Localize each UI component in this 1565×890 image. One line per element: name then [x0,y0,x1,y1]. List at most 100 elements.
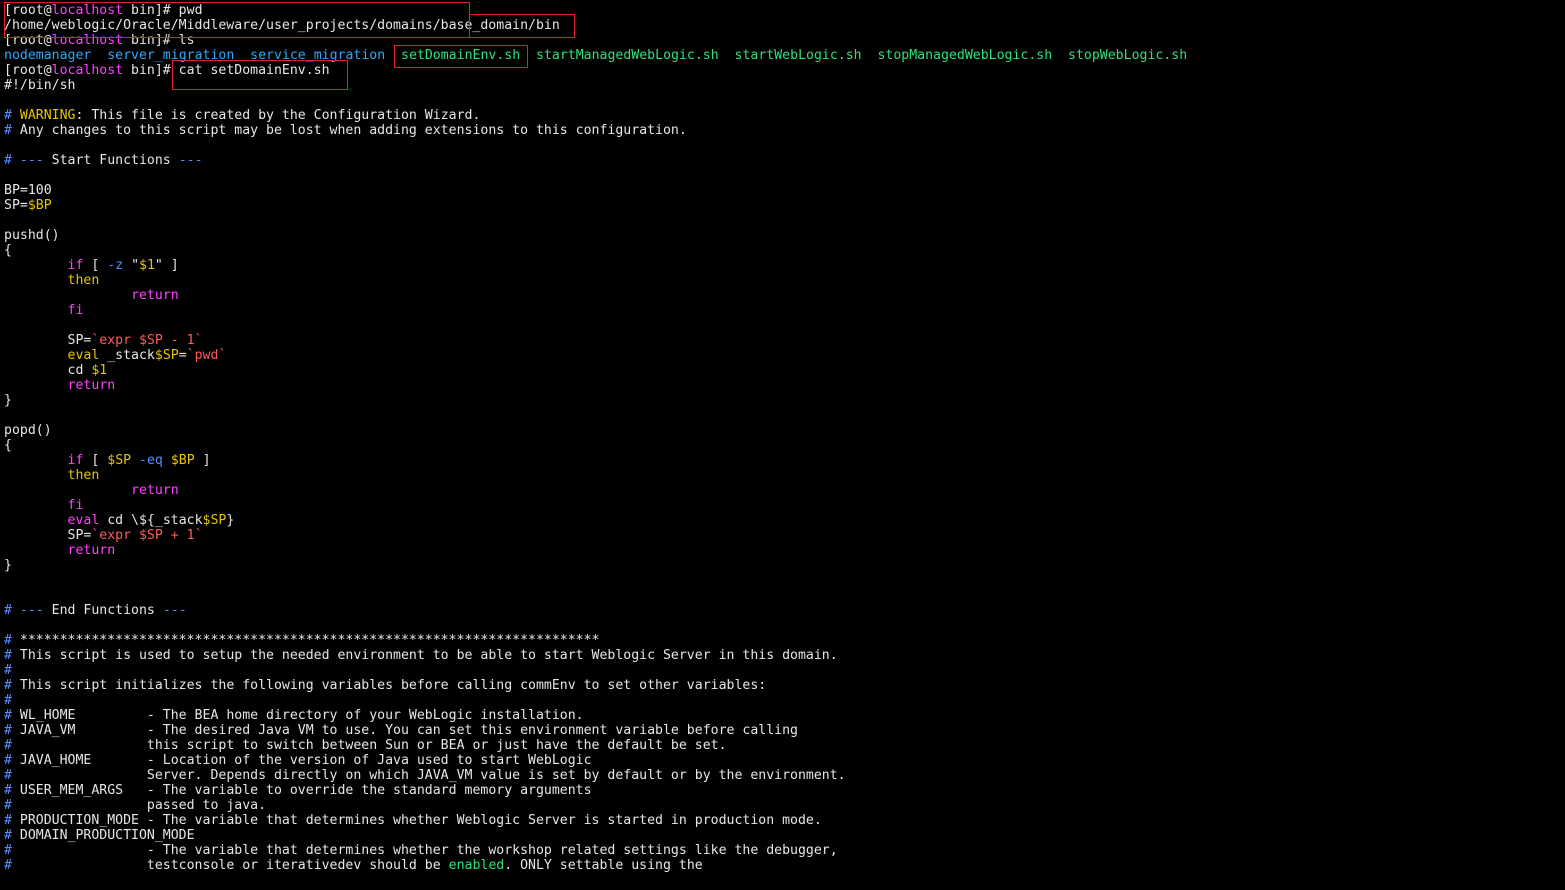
terminal-line: nodemanager server_migration service_mig… [4,48,1562,63]
terminal-text-segment: Server. Depends directly on which JAVA_V… [146,768,846,783]
terminal-line: # JAVA_HOME - Location of the version of… [4,753,1562,768]
terminal-text-segment: # [4,828,20,843]
terminal-text-segment: } [4,558,12,573]
terminal-text-segment: if [67,258,84,273]
terminal-text-segment: $SP [107,453,132,468]
terminal-line: } [4,558,1562,573]
terminal-text-segment: { [4,243,12,258]
terminal-line: # DOMAIN_PRODUCTION_MODE [4,828,1562,843]
terminal-line: # This script is used to setup the neede… [4,648,1562,663]
terminal-text-segment: # [4,768,147,783]
terminal-text-segment: JAVA_VM - The desired Java VM to use. Yo… [19,723,798,738]
terminal-text-segment: then [67,273,100,288]
terminal-line: # USER_MEM_ARGS - The variable to overri… [4,783,1562,798]
terminal-text-segment: JAVA_HOME - Location of the version of J… [19,753,592,768]
terminal-text-segment: " ] [154,258,179,273]
terminal-text-segment: _stack [99,348,155,363]
terminal-output[interactable]: [root@localhost bin]# pwd/home/weblogic/… [4,3,1562,889]
terminal-text-segment: server_migration [107,48,235,63]
terminal-text-segment: # [4,858,147,873]
terminal-text-segment: # [4,783,20,798]
terminal-text-segment: # [4,843,132,858]
terminal-line: # --- Start Functions --- [4,153,1562,168]
terminal-text-segment: bin]# pwd [123,3,203,18]
terminal-text-segment: [root@ [4,63,52,78]
terminal-text-segment: $BP [27,198,52,213]
terminal-text-segment: } [4,393,12,408]
terminal-text-segment: # [4,708,20,723]
terminal-text-segment: [ [83,258,108,273]
terminal-text-segment: --- [19,603,52,618]
terminal-text-segment: return [131,483,179,498]
terminal-text-segment: --- [19,153,52,168]
terminal-text-segment: localhost [51,3,124,18]
terminal-text-segment: " [123,258,140,273]
terminal-line: # Server. Depends directly on which JAVA… [4,768,1562,783]
terminal-text-segment: SP= [4,528,92,543]
terminal-text-segment: nodemanager [4,48,92,63]
terminal-text-segment: $SP [202,513,227,528]
terminal-text-segment: fi [67,498,84,513]
terminal-text-segment: cd [4,363,92,378]
terminal-text-segment: # [4,123,20,138]
terminal-text-segment: #!/bin/sh [4,78,76,93]
terminal-line: { [4,438,1562,453]
terminal-text-segment: localhost [51,63,124,78]
terminal-line: SP=`expr $SP - 1` [4,333,1562,348]
terminal-text-segment: PRODUCTION_MODE - The variable that dete… [19,813,822,828]
terminal-text-segment: [root@ [4,3,52,18]
terminal-text-segment: this script to switch between Sun or BEA… [146,738,727,753]
terminal-text-segment: cd \${_stack [99,513,203,528]
terminal-line: # **************************************… [4,633,1562,648]
terminal-text-segment: passed to java. [146,798,267,813]
terminal-text-segment: # [4,603,20,618]
terminal-line: # This script initializes the following … [4,678,1562,693]
terminal-text-segment: $1 [139,258,155,273]
terminal-text-segment: SP= [4,198,28,213]
terminal-line: pushd() [4,228,1562,243]
terminal-text-segment: # [4,153,20,168]
terminal-line: [root@localhost bin]# pwd [4,3,1562,18]
terminal-line: # testconsole or iterativedev should be … [4,858,1562,873]
terminal-line: BP=100 [4,183,1562,198]
terminal-line: fi [4,498,1562,513]
terminal-text-segment: popd() [4,423,52,438]
terminal-line: fi [4,303,1562,318]
terminal-text-segment: `pwd` [186,348,227,363]
terminal-text-segment: testconsole or iterativedev should be [146,858,449,873]
terminal-text-segment: ****************************************… [19,633,600,648]
terminal-line: # WARNING: This file is created by the C… [4,108,1562,123]
terminal-text-segment: `expr [91,528,139,543]
terminal-text-segment: DOMAIN_PRODUCTION_MODE [19,828,195,843]
terminal-text-segment: # [4,738,147,753]
terminal-text-segment: [root@ [4,33,52,48]
terminal-text-segment: -z [107,258,124,273]
terminal-text-segment: fi [67,303,84,318]
terminal-text-segment: `expr [91,333,139,348]
terminal-line: # WL_HOME - The BEA home directory of yo… [4,708,1562,723]
terminal-line: # JAVA_VM - The desired Java VM to use. … [4,723,1562,738]
terminal-text-segment: + 1` [162,528,203,543]
terminal-line: then [4,273,1562,288]
terminal-line: # this script to switch between Sun or B… [4,738,1562,753]
terminal-text-segment: { [4,438,12,453]
terminal-line: # [4,693,1562,708]
terminal-text-segment: BP=100 [4,183,52,198]
terminal-line: then [4,468,1562,483]
terminal-text-segment: enabled [448,858,505,873]
terminal-text-segment: $BP [170,453,195,468]
terminal-text-segment: # [4,648,20,663]
